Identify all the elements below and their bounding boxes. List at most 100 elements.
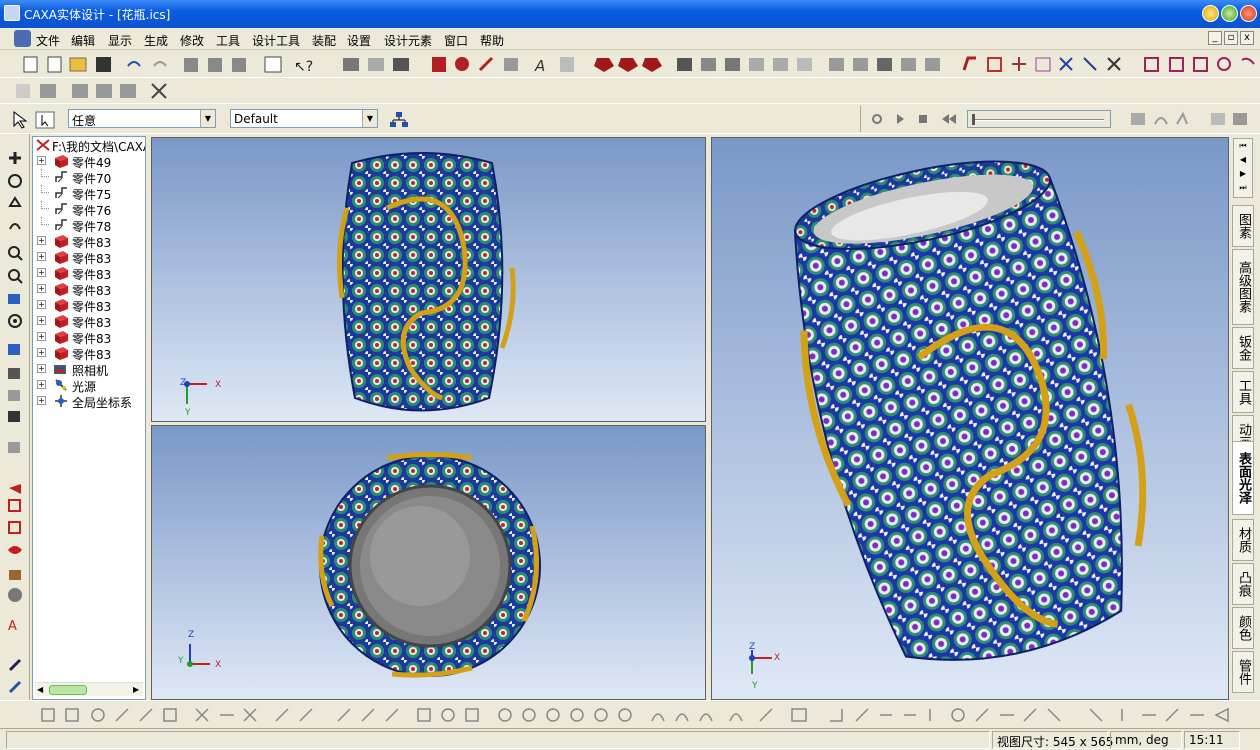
design-root-icon	[36, 139, 50, 151]
axis-x-label: X	[215, 660, 222, 670]
chevron-down-icon[interactable]: ▼	[362, 110, 377, 127]
title-bar: CAXA实体设计 - [花瓶.ics]	[0, 0, 1260, 28]
expand-icon[interactable]: +	[37, 348, 46, 357]
menu-design-elements[interactable]: 设计元素	[384, 32, 432, 49]
view-tools-icons[interactable]: A	[0, 134, 30, 700]
tab-emboss[interactable]: 凸痕	[1232, 563, 1254, 605]
expand-icon[interactable]: +	[37, 332, 46, 341]
tab-elements[interactable]: 图素	[1232, 205, 1254, 247]
expand-icon[interactable]: +	[37, 284, 46, 293]
menu-help[interactable]: 帮助	[480, 32, 504, 49]
chevron-down-icon[interactable]: ▼	[200, 110, 215, 127]
light-icon	[53, 378, 69, 392]
menu-modify[interactable]: 修改	[180, 32, 204, 49]
filter-select[interactable]: 任意 ▼	[68, 109, 216, 128]
tree-item[interactable]: + 零件49	[33, 153, 145, 170]
menu-assembly[interactable]: 装配	[312, 32, 336, 49]
menu-tools[interactable]: 工具	[216, 32, 240, 49]
menu-settings[interactable]: 设置	[347, 32, 371, 49]
tree-item[interactable]: + 零件83	[33, 233, 145, 250]
expand-icon[interactable]: +	[37, 156, 46, 165]
part-icon	[53, 298, 69, 312]
menu-file[interactable]: 文件	[36, 32, 60, 49]
expand-icon[interactable]: +	[37, 300, 46, 309]
menu-generate[interactable]: 生成	[144, 32, 168, 49]
tree-item[interactable]: + 零件83	[33, 249, 145, 266]
tree-item[interactable]: 零件75	[33, 185, 145, 202]
expand-icon[interactable]: +	[37, 268, 46, 277]
tree-item[interactable]: + 零件83	[33, 329, 145, 346]
tree-item[interactable]: + 照相机	[33, 361, 145, 378]
part-icon	[53, 154, 69, 168]
maximize-button[interactable]	[1221, 5, 1238, 22]
scroll-left-icon[interactable]: ◀	[37, 685, 43, 694]
viewport-iso[interactable]: Z X Y	[711, 137, 1229, 700]
style-select[interactable]: Default ▼	[230, 109, 378, 128]
viewport-top[interactable]: Z X Y	[151, 425, 706, 700]
camera-icon	[53, 362, 69, 376]
expand-icon[interactable]: +	[37, 316, 46, 325]
tree-item[interactable]: + 零件83	[33, 313, 145, 330]
tree-item[interactable]: + 零件83	[33, 297, 145, 314]
expand-icon[interactable]: +	[37, 364, 46, 373]
status-message	[6, 731, 990, 749]
tab-sheet-metal[interactable]: 钣金	[1232, 327, 1254, 369]
clock-panel: 15:11	[1184, 731, 1240, 749]
tree-item[interactable]: + 全局坐标系	[33, 393, 145, 410]
hierarchy-icon[interactable]	[388, 110, 412, 130]
part-icon	[53, 330, 69, 344]
menu-design-tools[interactable]: 设计工具	[252, 32, 300, 49]
menu-edit[interactable]: 编辑	[71, 32, 95, 49]
playback-controls[interactable]	[869, 110, 965, 128]
tab-material[interactable]: 材质	[1232, 519, 1254, 561]
animation-slider[interactable]	[967, 110, 1111, 128]
tree-item[interactable]: 零件76	[33, 201, 145, 218]
tree-item[interactable]: + 零件83	[33, 265, 145, 282]
tab-pipes[interactable]: 管件	[1232, 651, 1254, 693]
document-icon[interactable]	[14, 30, 31, 47]
tree-item[interactable]: + 光源	[33, 377, 145, 394]
tree-item[interactable]: 零件78	[33, 217, 145, 234]
expand-icon[interactable]: +	[37, 252, 46, 261]
standard-toolbar-icons[interactable]: ↖? A	[0, 52, 1260, 78]
select-pointer-icons[interactable]	[10, 110, 60, 130]
tree-item[interactable]: + 零件83	[33, 345, 145, 362]
assembly-toolbar-icons[interactable]	[0, 78, 200, 104]
mdi-close-button[interactable]: x	[1240, 31, 1254, 45]
tree-root[interactable]: F:\我的文档\CAXA	[33, 137, 145, 154]
axis-y-label: Y	[178, 656, 184, 666]
standard-toolbar: ↖? A	[0, 52, 1260, 78]
units-panel: mm, deg	[1110, 731, 1182, 749]
window-title: CAXA实体设计 - [花瓶.ics]	[24, 8, 171, 22]
curve-icon	[53, 218, 69, 232]
menu-view[interactable]: 显示	[108, 32, 132, 49]
scroll-right-icon[interactable]: ▶	[133, 685, 139, 694]
tree-item[interactable]: 零件70	[33, 169, 145, 186]
mdi-minimize-button[interactable]: _	[1208, 31, 1222, 45]
viewport-front[interactable]: Z X Y	[151, 137, 706, 422]
tree-item[interactable]: + 零件83	[33, 281, 145, 298]
slider-track	[974, 119, 1104, 121]
scroll-thumb[interactable]	[49, 685, 87, 695]
axis-z-label: Z	[188, 630, 195, 640]
tab-color[interactable]: 颜色	[1232, 607, 1254, 649]
sketch-toolbar-icons[interactable]	[0, 701, 1260, 729]
expand-icon[interactable]: +	[37, 396, 46, 405]
tab-advanced-elements[interactable]: 高级图素	[1232, 249, 1254, 325]
minimize-button[interactable]	[1202, 5, 1219, 22]
expand-icon[interactable]: +	[37, 236, 46, 245]
design-tree[interactable]: F:\我的文档\CAXA + 零件49 零件70 零件75 零件76 零件78 + 零件83 +…	[32, 136, 146, 700]
svg-text:↖?: ↖?	[294, 59, 313, 75]
menu-window[interactable]: 窗口	[444, 32, 468, 49]
tab-tools[interactable]: 工具	[1232, 371, 1254, 413]
expand-icon[interactable]: +	[37, 380, 46, 389]
close-button[interactable]	[1240, 5, 1257, 22]
tab-surface-finish[interactable]: 表面光泽	[1232, 441, 1254, 515]
animation-path-icons[interactable]	[1129, 110, 1255, 128]
mdi-restore-button[interactable]: ▫	[1224, 31, 1238, 45]
curve-icon	[53, 202, 69, 216]
dock-nav-buttons[interactable]: ⏮ ◀ ▶ ⏭	[1233, 138, 1253, 198]
vase-top-view	[187, 452, 541, 678]
slider-thumb[interactable]	[972, 114, 975, 125]
tree-horizontal-scrollbar[interactable]: ◀ ▶	[35, 682, 143, 696]
